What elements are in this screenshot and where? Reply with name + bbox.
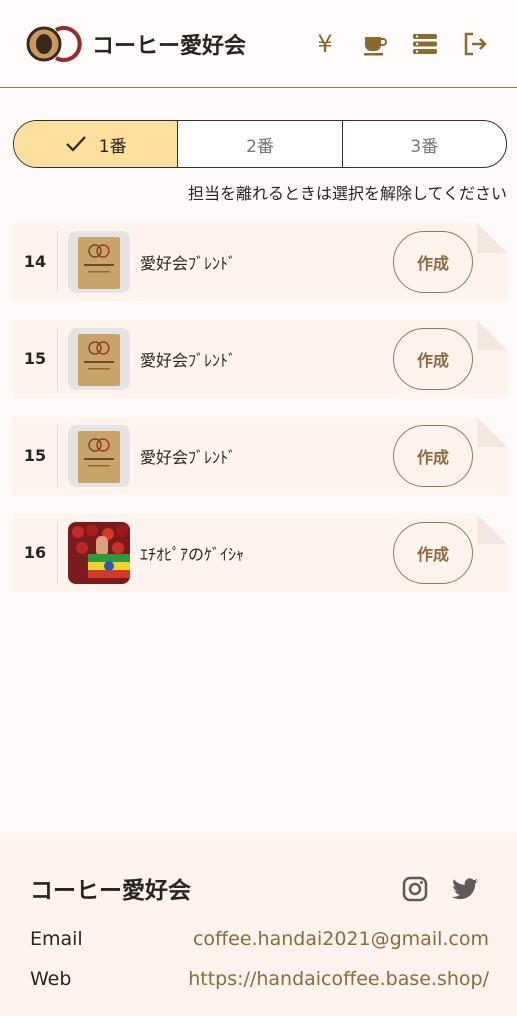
order-number: 14 bbox=[13, 231, 58, 293]
station-tabs: 1番 2番 3番 bbox=[13, 120, 507, 168]
check-icon bbox=[65, 136, 86, 152]
twitter-icon[interactable] bbox=[451, 875, 479, 903]
web-link[interactable]: https://handaicoffee.base.shop/ bbox=[188, 968, 489, 990]
tab-label: 2番 bbox=[246, 136, 274, 157]
logout-icon[interactable] bbox=[459, 28, 491, 60]
tab-station-3[interactable]: 3番 bbox=[343, 121, 506, 167]
hint-text: 担当を離れるときは選択を解除してください bbox=[187, 184, 507, 203]
order-number: 16 bbox=[13, 522, 58, 584]
instagram-icon[interactable] bbox=[401, 875, 429, 903]
list-icon[interactable] bbox=[409, 28, 441, 60]
tab-station-1[interactable]: 1番 bbox=[14, 121, 179, 167]
product-image bbox=[68, 328, 130, 390]
make-button[interactable]: 作成 bbox=[393, 231, 473, 293]
product-name: ｴﾁｵﾋﾟｱのｹﾞｲｼｬ bbox=[140, 545, 245, 564]
web-row: Web https://handaicoffee.base.shop/ bbox=[30, 968, 489, 990]
yen-icon[interactable]: ¥ bbox=[309, 28, 341, 60]
order-number: 15 bbox=[13, 328, 58, 390]
order-row: 14 愛好会ﾌﾞﾚﾝﾄﾞ 作成 bbox=[13, 223, 507, 301]
order-row: 15 愛好会ﾌﾞﾚﾝﾄﾞ 作成 bbox=[13, 320, 507, 398]
footer: コーヒー愛好会 Email coffee.handai2021@gmail.co… bbox=[0, 833, 517, 1016]
make-button[interactable]: 作成 bbox=[393, 522, 473, 584]
product-name: 愛好会ﾌﾞﾚﾝﾄﾞ bbox=[140, 351, 237, 370]
email-link[interactable]: coffee.handai2021@gmail.com bbox=[193, 928, 489, 950]
product-image bbox=[68, 231, 130, 293]
product-image bbox=[68, 522, 130, 584]
tab-label: 1番 bbox=[98, 136, 127, 157]
order-row: 15 愛好会ﾌﾞﾚﾝﾄﾞ 作成 bbox=[13, 417, 507, 495]
tab-station-2[interactable]: 2番 bbox=[178, 121, 343, 167]
web-label: Web bbox=[30, 968, 72, 990]
header-nav: ¥ bbox=[309, 28, 491, 60]
make-button[interactable]: 作成 bbox=[393, 328, 473, 390]
make-button[interactable]: 作成 bbox=[393, 425, 473, 487]
product-image bbox=[68, 425, 130, 487]
app-title[interactable]: コーヒー愛好会 bbox=[92, 28, 309, 60]
logo-icon[interactable] bbox=[26, 24, 82, 64]
product-name: 愛好会ﾌﾞﾚﾝﾄﾞ bbox=[140, 254, 237, 273]
order-number: 15 bbox=[13, 425, 58, 487]
social-links bbox=[401, 875, 479, 903]
order-row: 16 ｴﾁｵﾋﾟｱのｹﾞｲｼｬ 作成 bbox=[13, 514, 507, 592]
footer-title: コーヒー愛好会 bbox=[30, 878, 191, 904]
coffee-cup-icon[interactable] bbox=[359, 28, 391, 60]
tab-label: 3番 bbox=[410, 136, 439, 157]
app-header: コーヒー愛好会 ¥ bbox=[0, 0, 517, 88]
email-label: Email bbox=[30, 928, 83, 950]
email-row: Email coffee.handai2021@gmail.com bbox=[30, 928, 489, 950]
order-list: 14 愛好会ﾌﾞﾚﾝﾄﾞ 作成 15 愛好会ﾌﾞﾚﾝﾄﾞ 作成 15 愛好会ﾌﾞ… bbox=[13, 223, 507, 611]
product-name: 愛好会ﾌﾞﾚﾝﾄﾞ bbox=[140, 448, 237, 467]
